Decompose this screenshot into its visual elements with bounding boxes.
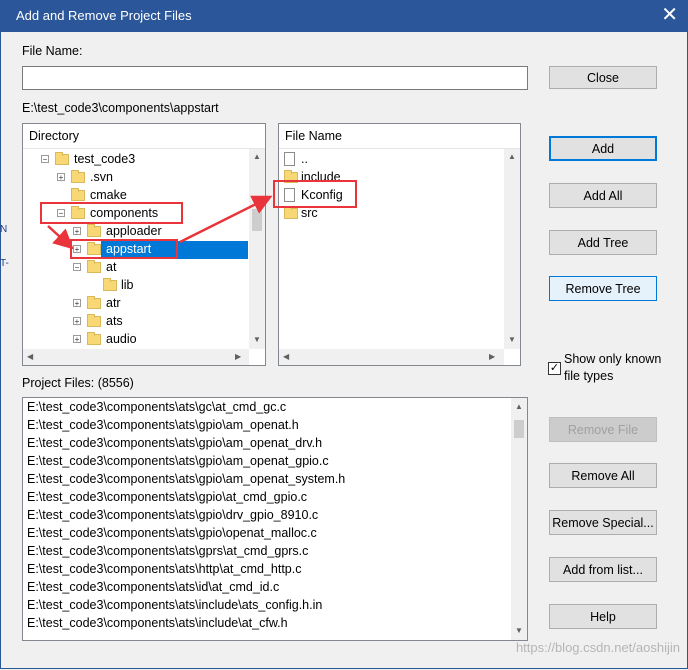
list-item[interactable]: E:\test_code3\components\ats\gpio\am_ope… <box>27 418 299 436</box>
scroll-down-icon[interactable]: ▼ <box>515 626 523 636</box>
list-item[interactable]: E:\test_code3\components\ats\gpio\openat… <box>27 526 317 544</box>
list-item[interactable]: E:\test_code3\components\ats\gprs\at_cmd… <box>27 544 308 562</box>
list-item[interactable]: E:\test_code3\components\ats\gpio\am_ope… <box>27 454 329 472</box>
scroll-up-icon[interactable]: ▲ <box>515 402 523 412</box>
project-files-label: Project Files: (8556) <box>22 376 134 390</box>
show-known-checkbox[interactable]: ✓ <box>548 362 561 375</box>
list-item[interactable]: E:\test_code3\components\ats\gc\at_cmd_g… <box>27 400 286 418</box>
watermark: https://blog.csdn.net/aoshijin <box>515 640 680 655</box>
list-item[interactable]: E:\test_code3\components\ats\id\at_cmd_i… <box>27 580 279 598</box>
show-known-label-line2: file types <box>564 369 614 383</box>
list-item[interactable]: E:\test_code3\components\ats\include\ats… <box>27 598 322 616</box>
list-item[interactable]: E:\test_code3\components\ats\gpio\am_ope… <box>27 472 345 490</box>
list-item[interactable]: E:\test_code3\components\ats\http\at_cmd… <box>27 562 301 580</box>
list-item[interactable]: E:\test_code3\components\ats\gpio\at_cmd… <box>27 490 307 508</box>
list-item[interactable]: E:\test_code3\components\ats\gpio\am_ope… <box>27 436 322 454</box>
list-item[interactable]: E:\test_code3\components\ats\include\at_… <box>27 616 288 634</box>
project-files-list[interactable]: ▲ ▼ E:\test_code3\components\ats\gc\at_c… <box>22 397 528 641</box>
show-known-label-line1: Show only known <box>564 352 662 366</box>
project-files-scroll-thumb[interactable] <box>514 420 524 438</box>
list-item[interactable]: E:\test_code3\components\ats\gpio\drv_gp… <box>27 508 318 526</box>
project-files-vscroll[interactable]: ▲ ▼ <box>511 398 527 640</box>
